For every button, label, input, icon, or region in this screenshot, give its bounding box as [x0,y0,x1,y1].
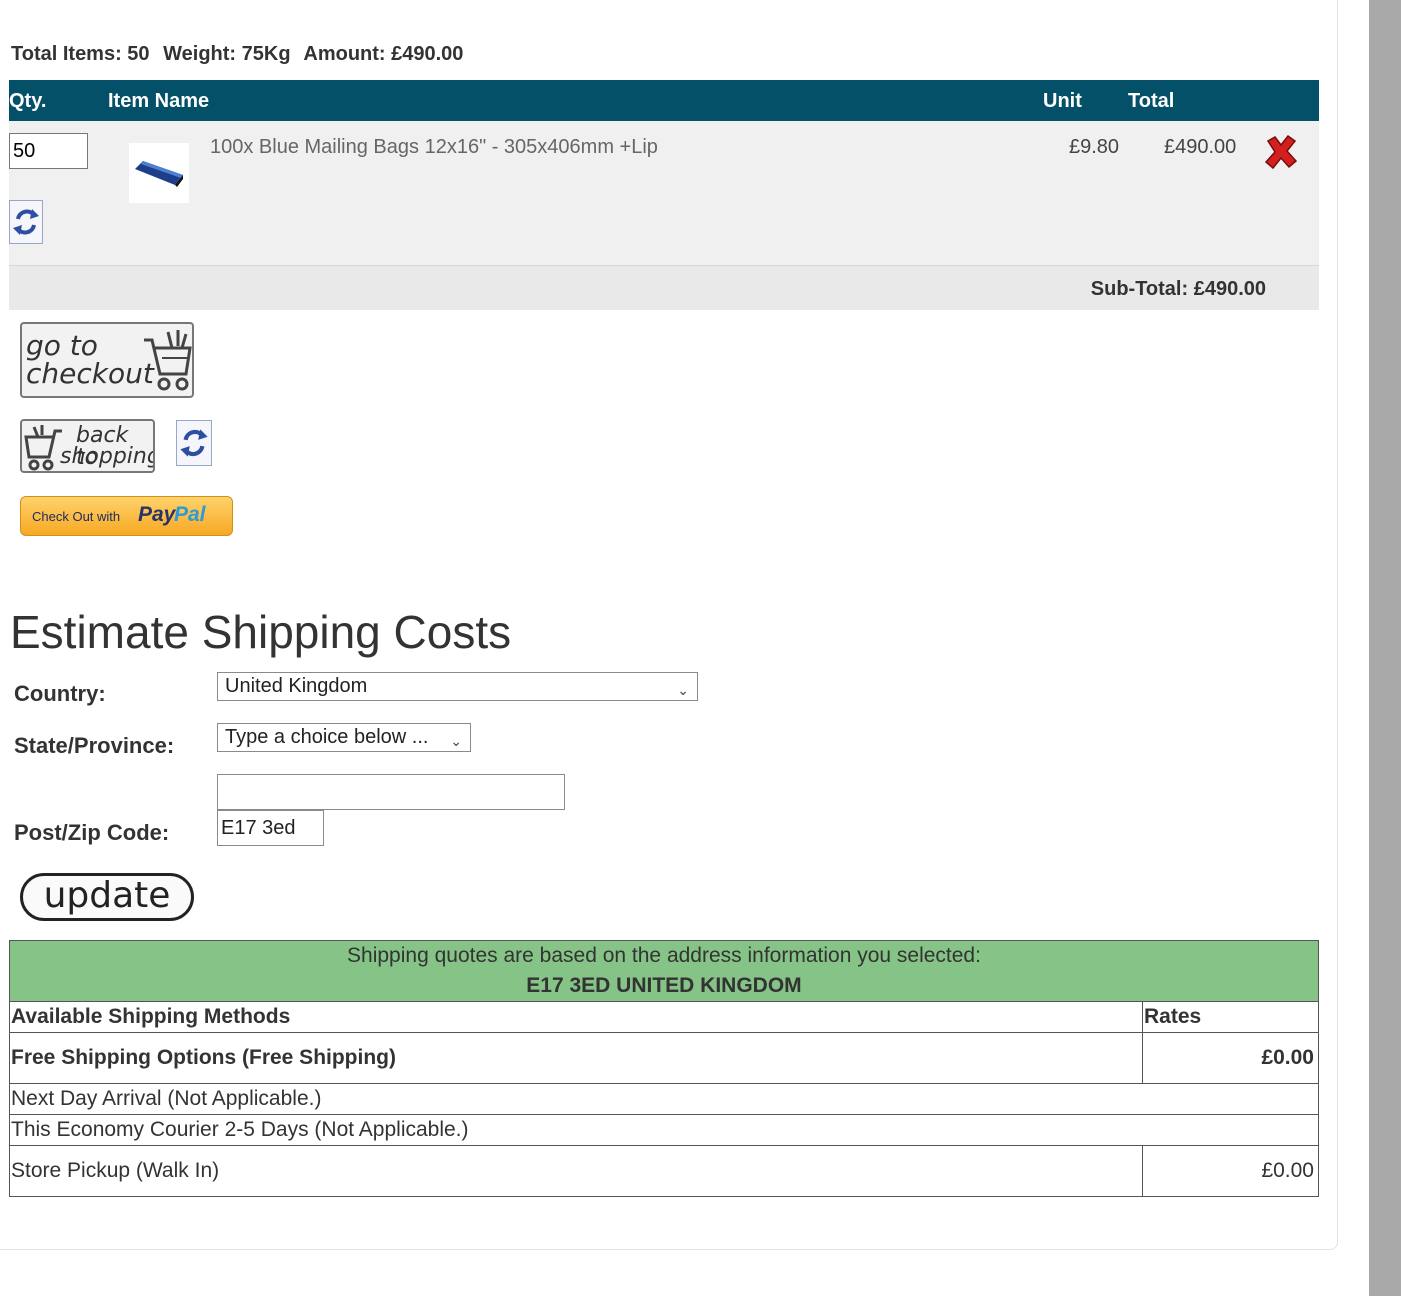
back-label-line2: shopping [60,444,155,469]
remove-x-icon [1264,134,1298,170]
total-weight: Weight: 75Kg [163,43,291,65]
postcode-input[interactable] [217,810,324,846]
shipping-method-row: Next Day Arrival (Not Applicable.) [9,1083,1319,1115]
chevron-down-icon: ⌄ [677,682,689,698]
quote-header: Shipping quotes are based on the address… [9,940,1319,1002]
paypal-logo-pal: Pal [174,503,206,526]
page-side-strip [1369,0,1401,1296]
postcode-label: Post/Zip Code: [14,820,170,845]
header-total: Total [1128,90,1175,112]
refresh-cart-button[interactable] [176,420,212,466]
refresh-icon [13,209,39,235]
header-qty: Qty. [9,90,47,112]
cart-table-header: Qty. Item Name Unit Total [9,80,1319,121]
header-unit: Unit [1043,90,1082,112]
total-items: Total Items: 50 [11,43,150,65]
shipping-method-row[interactable]: Free Shipping Options (Free Shipping) £0… [9,1032,1319,1084]
total-amount: Amount: £490.00 [303,43,464,65]
update-shipping-button[interactable]: update [20,873,194,921]
product-thumbnail[interactable] [129,143,189,203]
cart-item-row: 100x Blue Mailing Bags 12x16" - 305x406m… [9,121,1319,266]
state-select[interactable]: Type a choice below ... ⌄ [217,723,471,752]
remove-item-button[interactable] [1262,133,1300,171]
shipping-method-rate: £0.00 [1142,1145,1319,1197]
shipping-method-name: Store Pickup (Walk In) [9,1145,1143,1197]
checkout-label-line1: go to [26,329,98,362]
subtotal-row: Sub-Total: £490.00 [9,266,1319,310]
state-selected: Type a choice below ... [225,726,429,748]
quantity-input[interactable] [9,133,88,169]
subtotal-value: Sub-Total: £490.00 [1090,278,1266,300]
paypal-checkout-button[interactable]: Check Out with Pay Pal [20,496,233,536]
update-quantity-button[interactable] [9,200,43,244]
shipping-method-name: This Economy Courier 2-5 Days (Not Appli… [9,1114,1319,1146]
item-unit-price: £9.80 [1069,136,1120,158]
cart-summary: Total Items: 50 Weight: 75Kg Amount: £49… [11,43,471,66]
rates-header: Rates [1142,1001,1319,1033]
shopping-cart-icon [144,330,192,391]
country-selected: United Kingdom [225,675,368,697]
go-to-checkout-button[interactable]: go to checkout [20,322,194,398]
chevron-down-icon: ⌄ [450,733,462,749]
paypal-prefix: Check Out with [32,509,121,524]
refresh-icon [180,429,208,457]
methods-header: Available Shipping Methods [9,1001,1143,1033]
state-label: State/Province: [14,733,175,758]
shipping-quote-table: Shipping quotes are based on the address… [9,940,1319,1197]
header-item-name: Item Name [108,90,210,112]
shipping-table-header-row: Available Shipping Methods Rates [9,1001,1319,1033]
shipping-method-name: Free Shipping Options (Free Shipping) [9,1032,1143,1084]
item-name-link[interactable]: 100x Blue Mailing Bags 12x16" - 305x406m… [210,136,658,159]
country-select[interactable]: United Kingdom ⌄ [217,672,698,701]
estimate-shipping-heading: Estimate Shipping Costs [10,606,512,658]
shipping-method-name: Next Day Arrival (Not Applicable.) [9,1083,1319,1115]
country-label: Country: [14,681,106,706]
checkout-label-line2: checkout [26,357,154,390]
item-total-price: £490.00 [1164,136,1237,158]
quote-note: Shipping quotes are based on the address… [347,944,981,967]
shopping-cart-icon [24,425,62,471]
back-to-shopping-button[interactable]: back to shopping [20,419,155,473]
shipping-method-row: This Economy Courier 2-5 Days (Not Appli… [9,1114,1319,1146]
shipping-method-row[interactable]: Store Pickup (Walk In) £0.00 [9,1145,1319,1197]
mailing-bag-image [135,161,183,187]
quote-address: E17 3ED UNITED KINGDOM [526,974,802,997]
shipping-method-rate: £0.00 [1142,1032,1319,1084]
state-text-input[interactable] [217,774,565,810]
paypal-logo-pay: Pay [138,503,176,526]
